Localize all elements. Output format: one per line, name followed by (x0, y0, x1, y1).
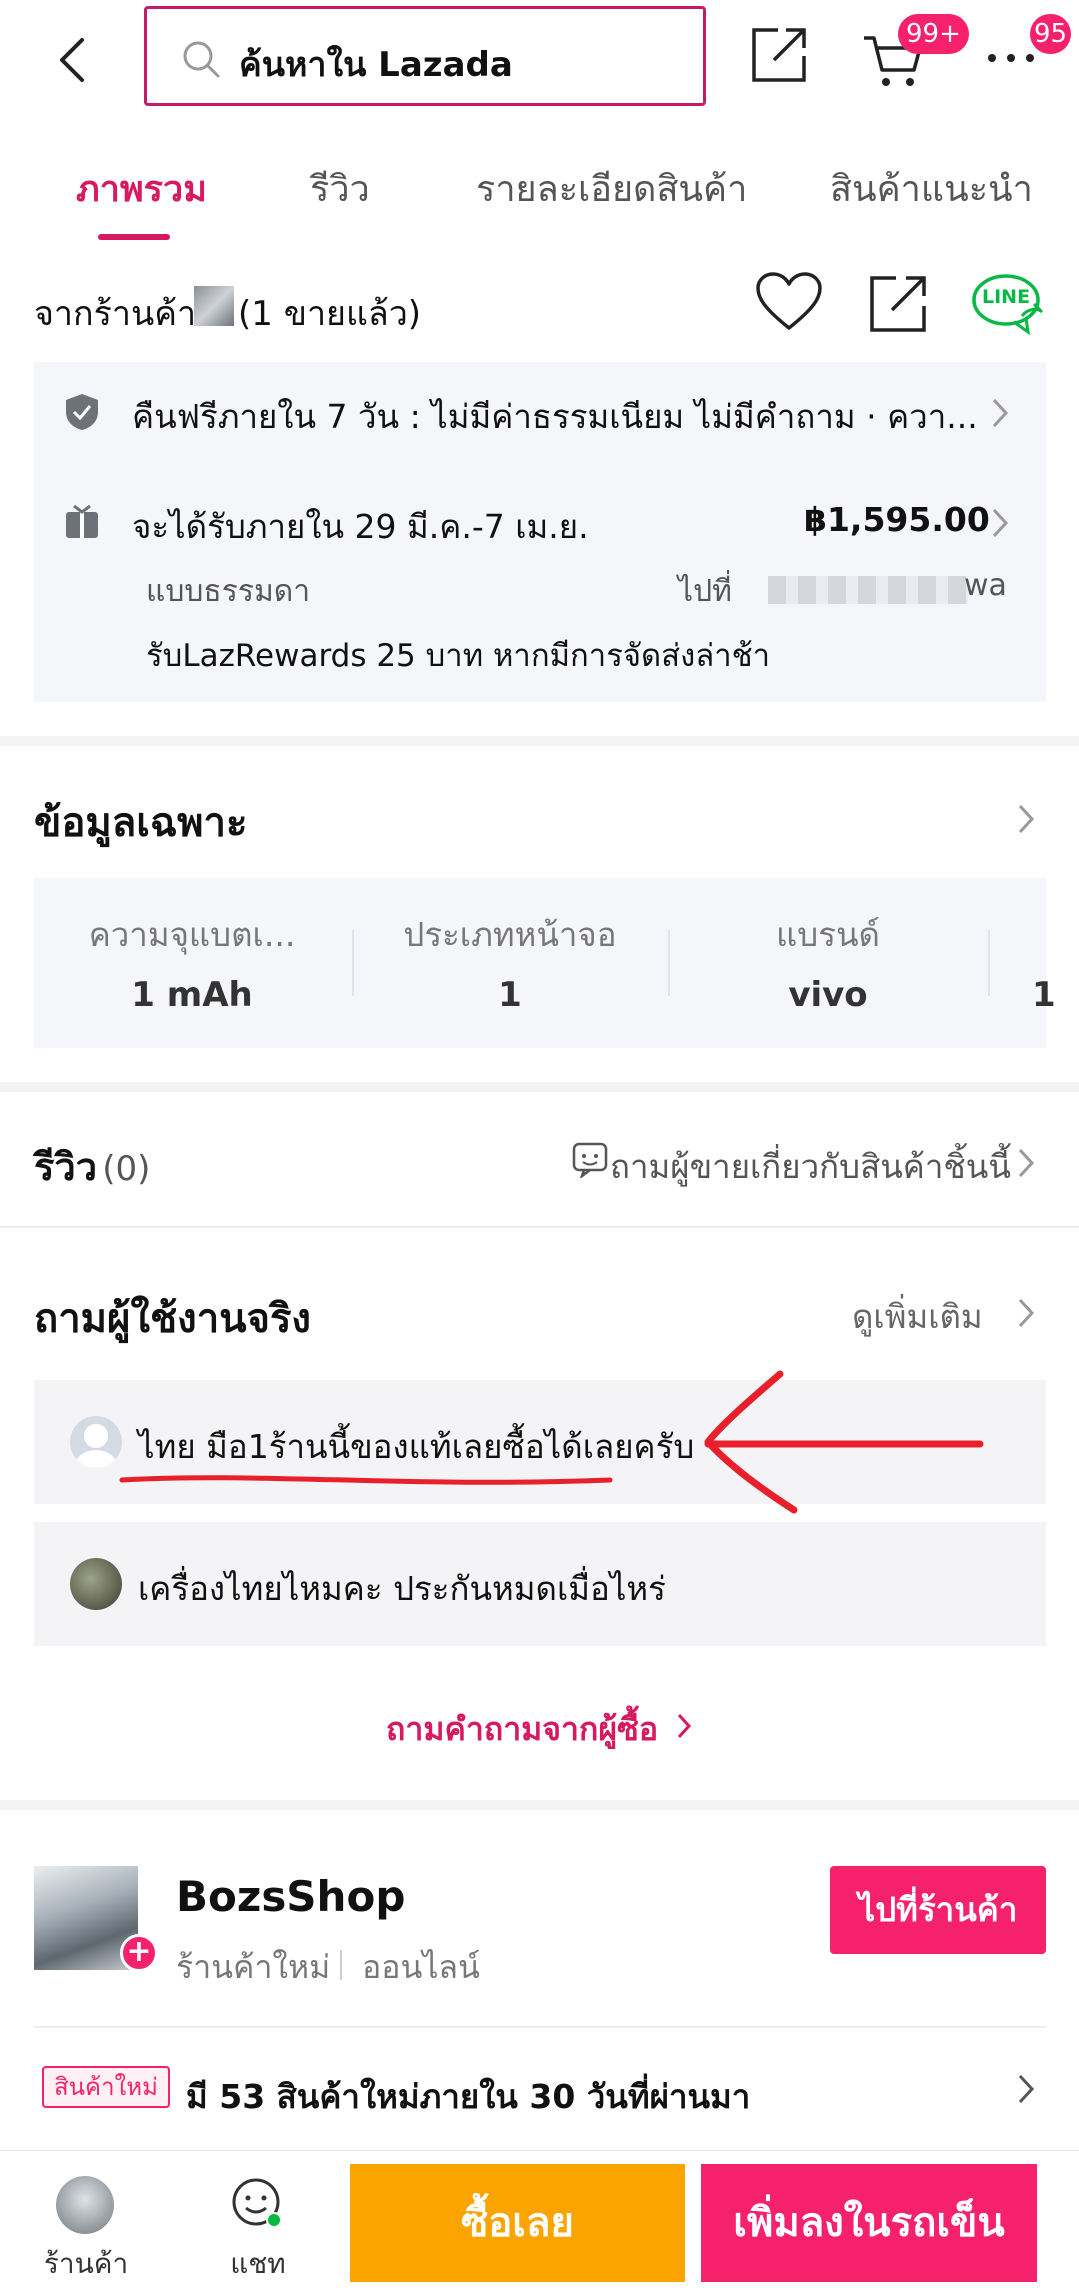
spec-label: ความจุแบตเ... (88, 915, 296, 954)
shield-icon (66, 394, 98, 430)
spec-separator (988, 930, 990, 996)
reviews-title: รีวิว (34, 1145, 98, 1189)
shop-name[interactable]: BozsShop (176, 1872, 405, 1921)
line-share-icon[interactable]: LINE (972, 272, 1046, 336)
ask-buyers-label: ถามคำถามจากผู้ซื้อ (386, 1710, 659, 1748)
shipping-type: แบบธรรมดา (146, 574, 311, 609)
chevron-right-icon[interactable] (1016, 1146, 1038, 1180)
more-badge: 95 (1030, 14, 1072, 54)
spec-value: 1 (1032, 975, 1056, 1015)
cart-badge: 99+ (898, 14, 969, 54)
return-policy-text[interactable]: คืนฟรีภายใน 7 วัน : ไม่มีค่าธรรมเนียม ไม… (132, 390, 978, 443)
spec-separator (352, 930, 354, 996)
chat-question-icon (572, 1142, 608, 1178)
heart-icon[interactable] (756, 272, 822, 332)
specs-title: ข้อมูลเฉพาะ (34, 800, 248, 846)
lazrewards-text: รับLazRewards 25 บาท หากมีการจัดส่งล่าช้… (146, 638, 771, 674)
search-placeholder: ค้นหาใน Lazada (239, 45, 513, 85)
see-more-link[interactable]: ดูเพิ่มเติม (852, 1290, 983, 1343)
blurred-address (768, 576, 968, 604)
gift-icon (66, 504, 98, 538)
delivery-price: ฿1,595.00 (804, 500, 990, 539)
new-products-tag: สินค้าใหม่ (42, 2066, 170, 2108)
question-text: เครื่องไทยไหมคะ ประกันหมดเมื่อไหร่ (138, 1569, 666, 1608)
chevron-right-icon[interactable] (1016, 802, 1038, 836)
reviews-count: (0) (102, 1149, 151, 1189)
delivery-date: จะได้รับภายใน 29 มี.ค.-7 เม.ย. (132, 507, 589, 546)
seller-line: จากร้านค้า (34, 286, 196, 340)
search-input[interactable]: ค้นหาใน Lazada (144, 6, 706, 106)
chat-icon[interactable] (230, 2176, 286, 2232)
tab-recommended[interactable]: สินค้าแนะนำ (830, 160, 1033, 217)
question-item[interactable]: เครื่องไทยไหมคะ ประกันหมดเมื่อไหร่ (34, 1522, 1046, 1646)
follow-plus-icon[interactable]: + (120, 1934, 158, 1972)
chevron-right-icon[interactable] (990, 506, 1012, 540)
line-label: LINE (982, 286, 1031, 308)
new-products-text[interactable]: มี 53 สินค้าใหม่ภายใน 30 วันที่ผ่านมา (186, 2070, 750, 2123)
share-icon[interactable] (748, 24, 810, 86)
tab-details[interactable]: รายละเอียดสินค้า (476, 160, 747, 217)
top-bar: ค้นหาใน Lazada 99+ 95 (0, 0, 1079, 118)
chevron-right-icon[interactable] (1016, 1296, 1038, 1330)
spec-label: ประเภทหน้าจอ (403, 915, 617, 954)
chevron-right-icon[interactable] (1016, 2072, 1038, 2106)
shop-avatar[interactable] (56, 2176, 114, 2234)
thin-divider (34, 2026, 1046, 2028)
tab-active-indicator (98, 234, 170, 240)
qa-title: ถามผู้ใช้งานจริง (34, 1296, 311, 1342)
tab-reviews[interactable]: รีวิว (310, 160, 370, 217)
service-panel: คืนฟรีภายใน 7 วัน : ไม่มีค่าธรรมเนียม ไม… (34, 362, 1046, 702)
red-annotation-arrow (119, 1370, 984, 1514)
spec-label: แบรนด์ (776, 915, 880, 954)
ask-buyers-link[interactable]: ถามคำถามจากผู้ซื้อ (386, 1704, 658, 1755)
visit-shop-button[interactable]: ไปที่ร้านค้า (830, 1866, 1046, 1954)
section-divider (0, 1082, 1079, 1092)
chat-tab-label[interactable]: แชท (208, 2242, 308, 2286)
destination-tail: wa (964, 568, 1007, 603)
share-icon[interactable] (868, 272, 928, 334)
tab-overview[interactable]: ภาพรวม (76, 160, 207, 217)
add-to-cart-button[interactable]: เพิ่มลงในรถเข็น (701, 2164, 1037, 2282)
back-arrow-icon[interactable] (56, 36, 86, 84)
spec-separator (668, 930, 670, 996)
reviews-header[interactable]: รีวิว (0) (34, 1136, 150, 1197)
thin-divider (0, 1226, 1079, 1228)
spec-value: 1 (498, 975, 522, 1015)
sold-count: (1 ขายแล้ว) (238, 294, 422, 334)
buy-now-button[interactable]: ซื้อเลย (350, 2164, 685, 2282)
section-divider (0, 736, 1079, 746)
ask-seller-link[interactable]: ถามผู้ขายเกี่ยวกับสินค้าชิ้นนี้ (610, 1140, 1011, 1193)
search-icon (183, 41, 220, 78)
spec-value: vivo (788, 975, 868, 1015)
seller-prefix: จากร้านค้า (34, 294, 197, 334)
shop-thumbnail (194, 286, 234, 326)
shop-tab-label[interactable]: ร้านค้า (36, 2242, 136, 2286)
spec-value: 1 mAh (131, 975, 253, 1015)
shop-type: ร้านค้าใหม่ (176, 1948, 331, 1986)
specs-panel[interactable] (34, 878, 1046, 1048)
separator (340, 1950, 342, 1980)
avatar (70, 1558, 122, 1610)
section-divider (0, 1800, 1079, 1810)
chevron-right-icon[interactable] (990, 396, 1012, 430)
chevron-right-icon[interactable] (676, 1712, 694, 1740)
shop-status: ออนไลน์ (362, 1948, 480, 1986)
destination: ไปที่ (678, 574, 732, 609)
more-icon[interactable] (986, 52, 1036, 64)
